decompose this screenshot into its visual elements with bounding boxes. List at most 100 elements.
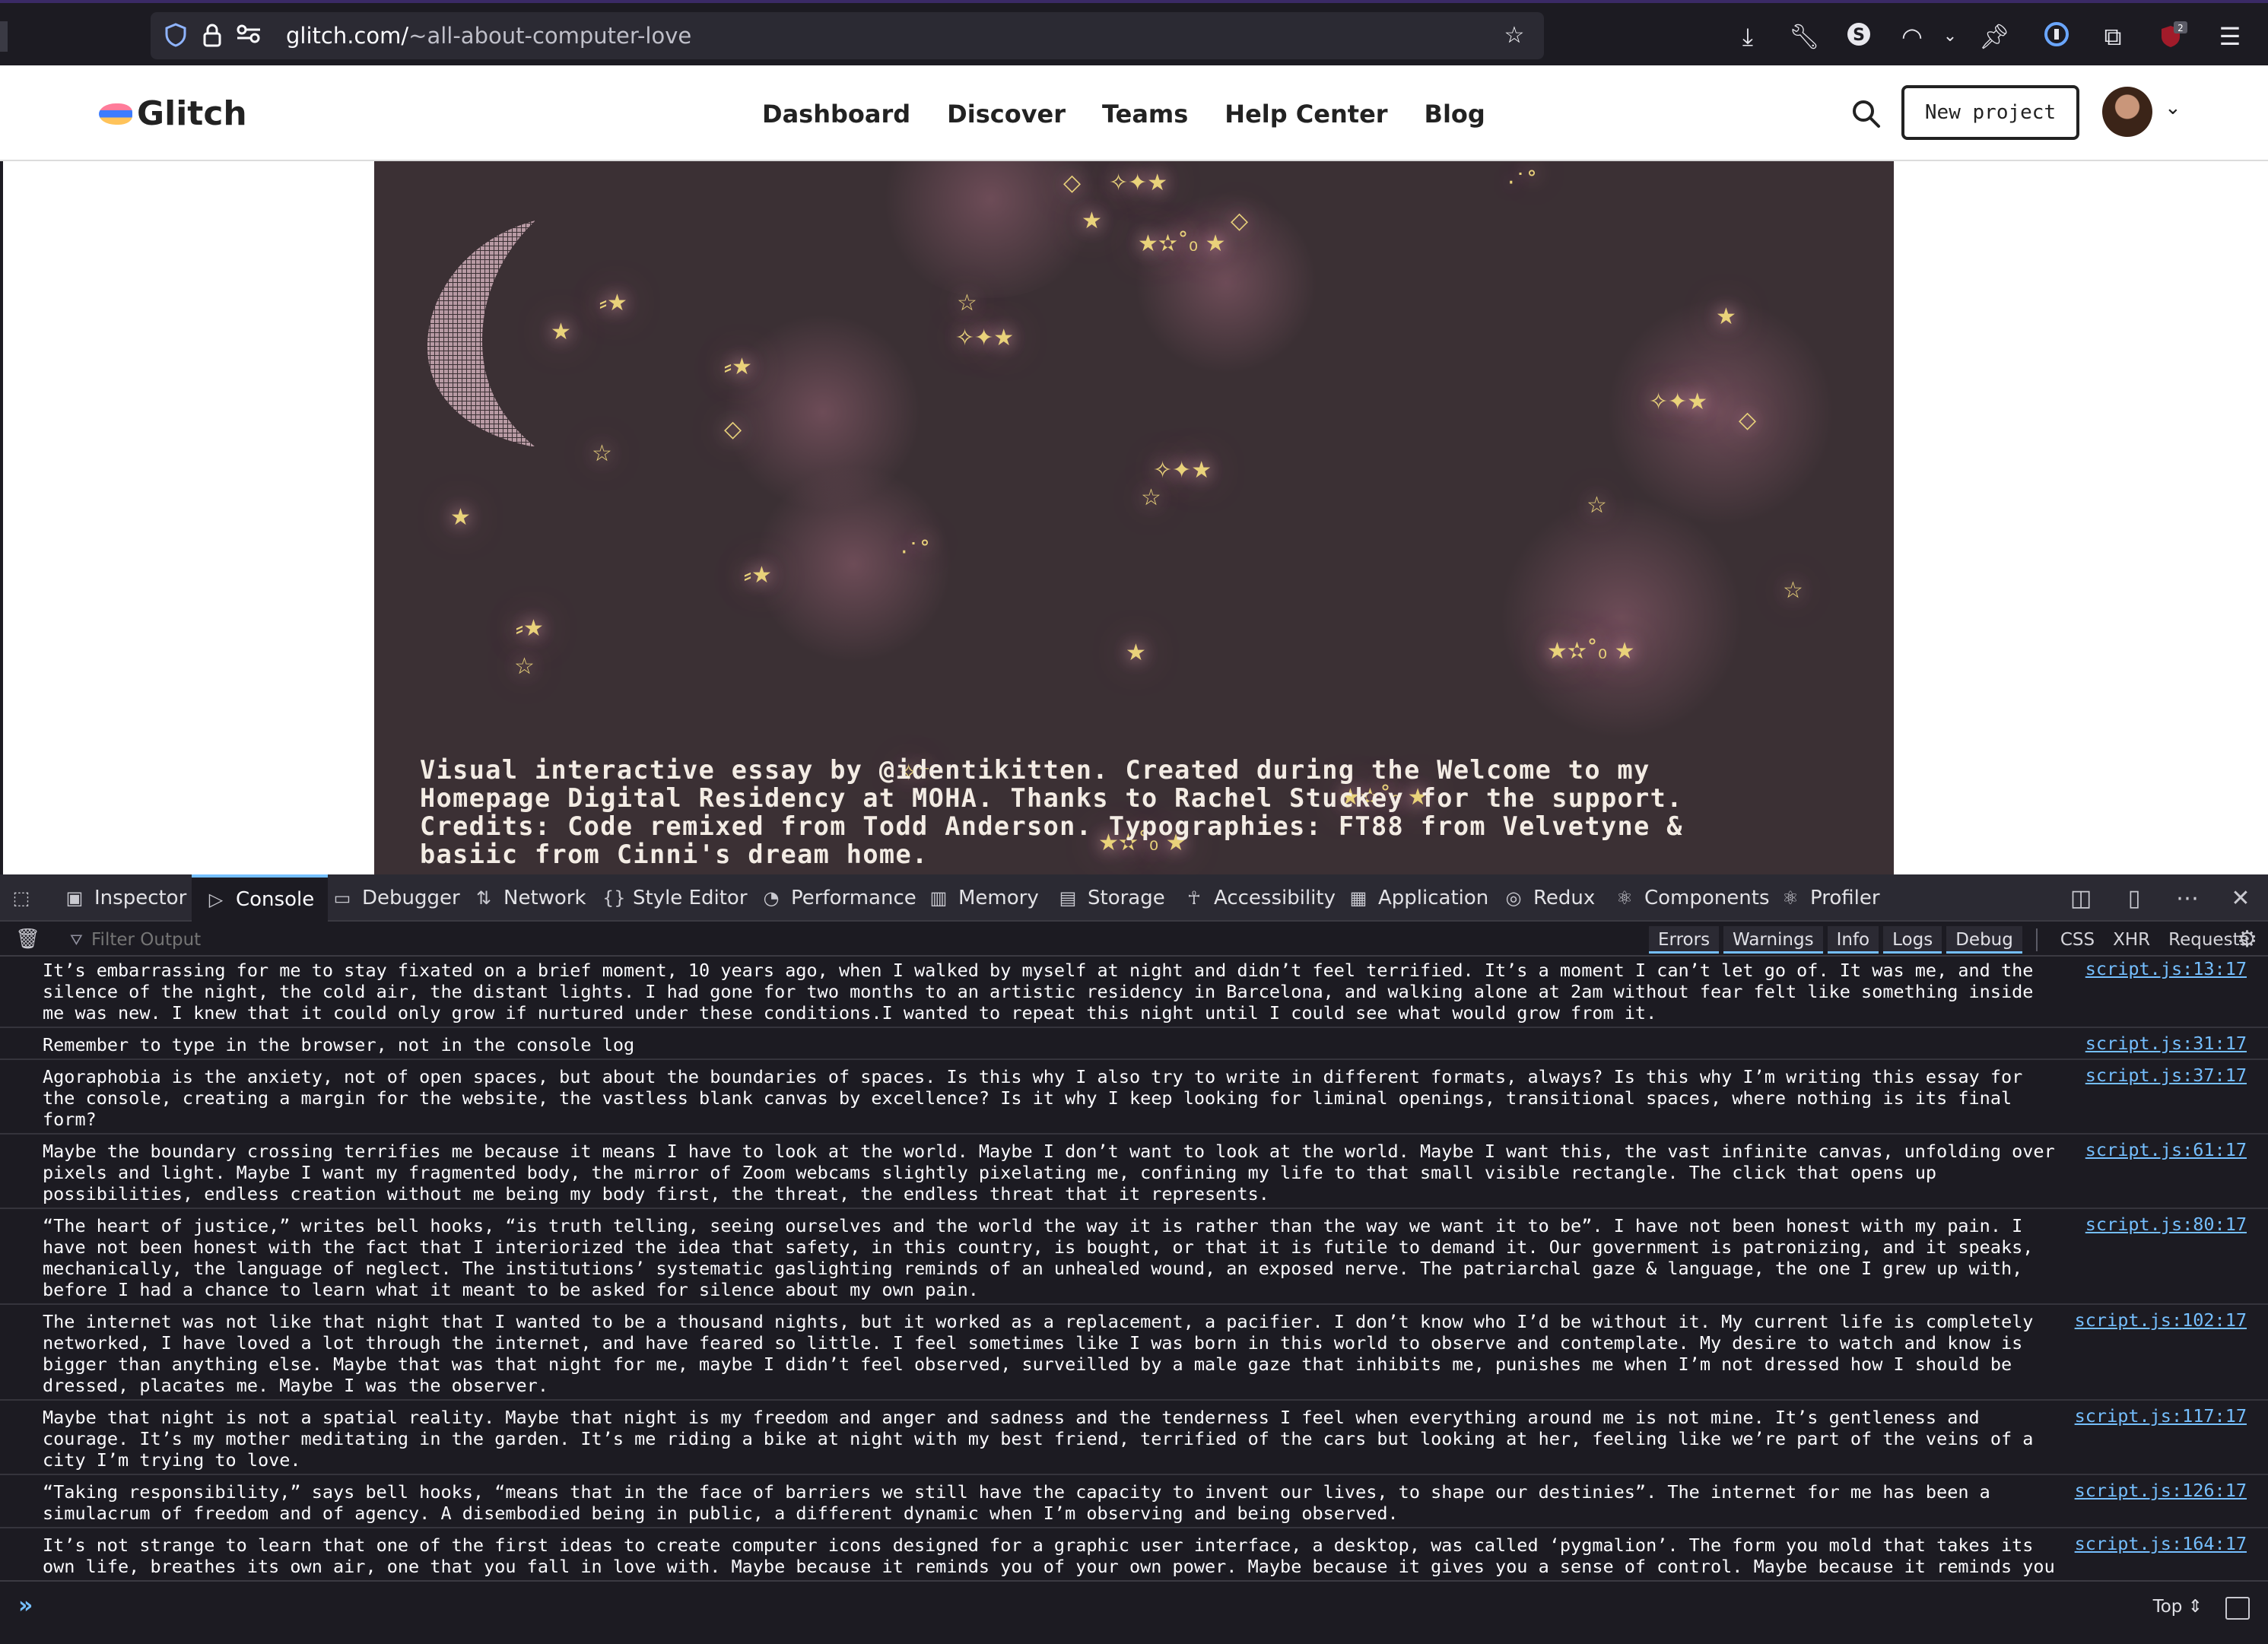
tab-style-editor[interactable]: {} Style Editor <box>602 874 748 922</box>
tab-console[interactable]: ▷ Console <box>192 874 329 922</box>
nav-dashboard[interactable]: Dashboard <box>762 99 910 129</box>
source-link[interactable]: script.js:61:17 <box>2085 1139 2247 1160</box>
divider <box>2035 928 2038 951</box>
nav-blog[interactable]: Blog <box>1425 99 1485 129</box>
search-icon[interactable] <box>1850 97 1883 131</box>
filter-warnings[interactable]: Warnings <box>1723 926 1823 954</box>
url-text[interactable]: glitch.com/~all-about-computer-love <box>286 21 691 50</box>
glitch-logo[interactable]: Glitch <box>99 93 247 135</box>
essay-line: Credits: Code remixed from Todd Anderson… <box>420 811 1683 841</box>
address-bar[interactable]: glitch.com/~all-about-computer-love ☆ <box>151 12 1544 59</box>
filter-input[interactable] <box>68 926 829 954</box>
essay-line: basiic from Cinni's dream home. <box>420 839 929 869</box>
svg-text:S: S <box>1853 26 1865 45</box>
nav-teams[interactable]: Teams <box>1102 99 1188 129</box>
console-input[interactable]: » Top ⇕ <box>0 1580 2268 1644</box>
console-icon: ▷ <box>208 889 224 910</box>
star-icon: ★ <box>1082 208 1102 234</box>
star-icon: ✧✦★ <box>1649 389 1708 415</box>
split-console-icon[interactable]: ◫ <box>2066 884 2096 914</box>
element-picker-button[interactable]: ⬚ <box>11 874 47 922</box>
tab-inspector[interactable]: ▣ Inspector <box>64 874 187 922</box>
tab-redux[interactable]: ◎ Redux <box>1503 874 1596 922</box>
inspector-icon: ▣ <box>65 887 84 909</box>
source-link[interactable]: script.js:117:17 <box>2075 1405 2247 1427</box>
devtools-window-controls: ◫ ▯ ⋯ ✕ <box>2066 884 2256 914</box>
tab-memory[interactable]: ▥ Memory <box>928 874 1039 922</box>
bookmark-star-icon[interactable]: ☆ <box>1501 23 1527 49</box>
console-message: “The heart of justice,” writes bell hook… <box>0 1209 2268 1305</box>
source-link[interactable]: script.js:126:17 <box>2075 1480 2247 1501</box>
console-message: It’s embarrassing for me to stay fixated… <box>0 958 2268 1028</box>
star-icon: ☆ <box>1587 492 1607 519</box>
tab-profiler[interactable]: ⚛ Profiler <box>1780 874 1879 922</box>
tab-performance[interactable]: ◔ Performance <box>761 874 916 922</box>
headphones-icon[interactable]: ◠ <box>1897 21 1927 52</box>
close-icon[interactable]: ✕ <box>2225 884 2256 914</box>
redux-icon: ◎ <box>1505 887 1522 909</box>
devtools-panel: ⬚ ▣ Inspector ▷ Console ▭ Debugger ⇅ Network… <box>0 874 2268 1644</box>
source-link[interactable]: script.js:13:17 <box>2085 958 2247 979</box>
chevron-down-icon[interactable]: ⌄ <box>2165 98 2183 118</box>
site-header: Glitch Dashboard Discover Teams Help Cen… <box>0 65 2268 161</box>
wrench-icon[interactable]: 🔧︎ <box>1789 21 1820 52</box>
sidebar-toggle-icon[interactable] <box>2225 1597 2250 1620</box>
site-permissions-icon[interactable] <box>236 23 262 49</box>
pin-icon[interactable]: 📌︎ <box>1979 21 2010 52</box>
style-editor-icon: {} <box>602 887 626 909</box>
extension-s-icon[interactable]: S <box>1844 21 1874 52</box>
filter-info[interactable]: Info <box>1827 926 1879 954</box>
password-manager-icon[interactable] <box>2041 21 2072 52</box>
browser-toolbar: glitch.com/~all-about-computer-love ☆ ⤓ … <box>0 0 2268 65</box>
source-link[interactable]: script.js:37:17 <box>2085 1065 2247 1086</box>
tab-application[interactable]: ▦ Application <box>1348 874 1489 922</box>
source-link[interactable]: script.js:80:17 <box>2085 1214 2247 1235</box>
gear-icon[interactable]: ⚙ <box>2237 926 2257 953</box>
new-project-button[interactable]: New project <box>1901 85 2079 140</box>
more-options-icon[interactable]: ⋯ <box>2172 884 2203 914</box>
memory-icon: ▥ <box>929 887 948 909</box>
essay-credits: Visual interactive essay by @identikitte… <box>420 756 1865 868</box>
logo-text: Glitch <box>137 94 247 133</box>
tracking-shield-icon[interactable] <box>163 23 189 49</box>
star-icon: ◇ <box>1739 407 1757 433</box>
lock-icon[interactable] <box>199 23 225 49</box>
sidebar-toggle-icon[interactable] <box>0 21 8 52</box>
react-icon: ⚛ <box>1782 887 1799 909</box>
nav-discover[interactable]: Discover <box>947 99 1066 129</box>
source-link[interactable]: script.js:31:17 <box>2085 1033 2247 1054</box>
filter-errors[interactable]: Errors <box>1649 926 1720 954</box>
essay-canvas[interactable]: ✧✦★ ◇ ★ ◇ ★✫˚₀ ★ ·˙˚ ⸗★ ★ ☆ ✧✦★ ★ ⸗★ ◇ ✧… <box>374 161 1894 874</box>
tab-debugger[interactable]: ▭ Debugger <box>332 874 460 922</box>
tab-network[interactable]: ⇅ Network <box>473 874 586 922</box>
hamburger-menu-icon[interactable]: ☰ <box>2215 21 2245 52</box>
avatar[interactable] <box>2102 87 2152 137</box>
filter-debug[interactable]: Debug <box>1946 926 2022 954</box>
chevron-down-icon[interactable]: ⌄ <box>1935 21 1965 52</box>
filter-logs[interactable]: Logs <box>1883 926 1942 954</box>
console-filter-bar: 🗑︎ ⛛ Errors Warnings Info Logs Debug CSS… <box>0 923 2268 957</box>
console-output[interactable]: It’s embarrassing for me to stay fixated… <box>0 958 2268 1580</box>
console-message: Remember to type in the browser, not in … <box>0 1028 2268 1060</box>
extensions-puzzle-icon[interactable]: ⧉ <box>2098 21 2128 52</box>
tab-storage[interactable]: ▤ Storage <box>1057 874 1165 922</box>
nav-help-center[interactable]: Help Center <box>1225 99 1387 129</box>
dock-side-icon[interactable]: ▯ <box>2119 884 2149 914</box>
filter-xhr[interactable]: XHR <box>2104 926 2159 954</box>
downloads-icon[interactable]: ⤓ <box>1733 21 1763 52</box>
source-link[interactable]: script.js:164:17 <box>2075 1533 2247 1554</box>
left-edge <box>0 161 3 874</box>
picker-icon: ⬚ <box>12 887 30 909</box>
star-glow <box>1500 496 1743 739</box>
source-link[interactable]: script.js:102:17 <box>2075 1309 2247 1331</box>
filter-css[interactable]: CSS <box>2051 926 2104 954</box>
essay-line: Visual interactive essay by @identikitte… <box>420 755 1650 785</box>
ublock-icon[interactable]: 2 <box>2157 21 2187 52</box>
trash-icon[interactable]: 🗑︎ <box>15 928 40 951</box>
console-message: “Taking responsibility,” says bell hooks… <box>0 1475 2268 1528</box>
tab-components[interactable]: ⚛ Components <box>1614 874 1769 922</box>
tab-accessibility[interactable]: ☥ Accessibility <box>1183 874 1336 922</box>
react-icon: ⚛ <box>1616 887 1633 909</box>
context-selector[interactable]: Top ⇕ <box>2153 1597 2203 1617</box>
star-icon: ⸗★ <box>516 615 544 642</box>
